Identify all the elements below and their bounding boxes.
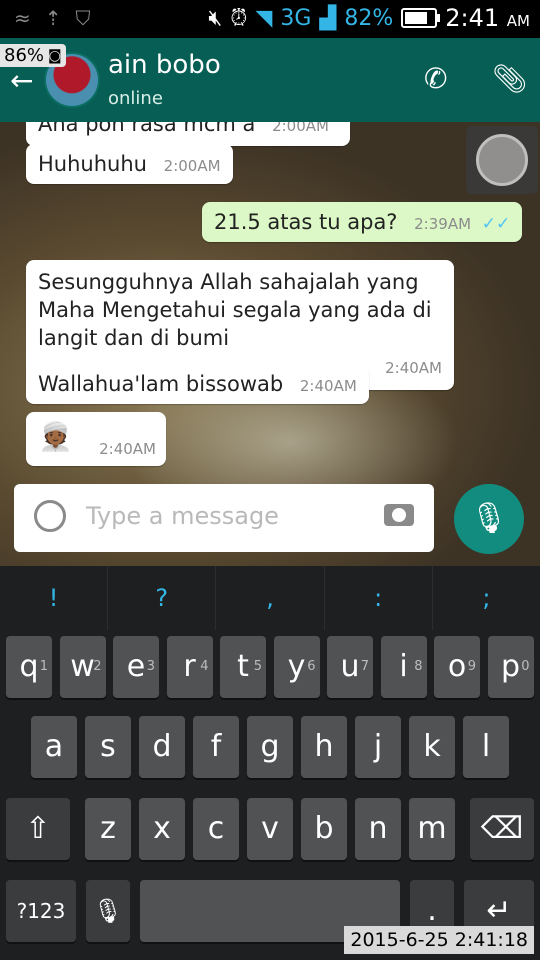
key-hint: 4 [200, 659, 209, 674]
cell-signal-icon: ▟ [319, 5, 337, 31]
network-type: 3G [280, 5, 312, 31]
screenshot-timestamp: 2015-6-25 2:41:18 [344, 926, 534, 954]
key-hint: 5 [253, 659, 262, 674]
key-m[interactable]: m [409, 798, 455, 860]
suggestion-item[interactable]: : [325, 566, 433, 630]
key-i[interactable]: i8 [380, 636, 427, 698]
symbols-key[interactable]: ?123 [6, 880, 76, 942]
status-bar: ≈ ⇡ ⛉ 🔇︎ ⏰︎ ◥ 3G ▟ 82% 2:41 AM [0, 0, 540, 38]
message-text: Huhuhuhu [38, 152, 147, 176]
suggestion-item[interactable]: , [216, 566, 325, 630]
key-hint: 1 [39, 659, 48, 674]
key-hint: 8 [414, 659, 423, 674]
key-hint: 0 [521, 659, 530, 674]
key-v[interactable]: v [247, 798, 293, 860]
key-a[interactable]: a [31, 716, 77, 778]
message-bubble[interactable]: Wallahua'lam bissowab 2:40AM [26, 364, 369, 404]
key-p[interactable]: p0 [487, 636, 534, 698]
key-s[interactable]: s [85, 716, 131, 778]
mic-button[interactable]: 🎙︎ [454, 484, 524, 554]
contact-name[interactable]: ain bobo [108, 50, 221, 80]
read-receipt-icon: ✓✓ [481, 214, 511, 234]
key-l[interactable]: l [463, 716, 509, 778]
shield-icon: ⛉ [75, 6, 91, 30]
camera-icon[interactable] [384, 504, 414, 526]
key-b[interactable]: b [301, 798, 347, 860]
chat-header: ← ain bobo online ✆ 📎︎ [0, 38, 540, 122]
message-composer[interactable]: Type a message [14, 484, 434, 552]
key-t[interactable]: t5 [220, 636, 266, 698]
battery-icon [401, 8, 441, 28]
key-y[interactable]: y6 [273, 636, 320, 698]
key-q[interactable]: q1 [6, 636, 52, 698]
message-bubble[interactable]: Huhuhuhu 2:00AM [26, 144, 233, 184]
mic-icon: 🎙︎ [469, 501, 509, 536]
message-input[interactable]: Type a message [86, 502, 279, 530]
robot-icon: ◙ [48, 47, 62, 64]
message-time: 2:40AM [99, 440, 156, 458]
key-r[interactable]: r4 [166, 636, 213, 698]
attach-icon[interactable]: 📎︎ [492, 62, 528, 95]
key-e[interactable]: e3 [113, 636, 159, 698]
contact-status: online [108, 88, 163, 109]
suggestion-item[interactable]: ? [108, 566, 217, 630]
key-c[interactable]: c [193, 798, 239, 860]
key-w[interactable]: w2 [59, 636, 106, 698]
key-h[interactable]: h [301, 716, 347, 778]
key-k[interactable]: k [409, 716, 455, 778]
key-f[interactable]: f [193, 716, 239, 778]
message-text: 21.5 atas tu apa? [214, 210, 398, 234]
alarm-icon: ⏰︎ [230, 5, 248, 31]
back-arrow-icon[interactable]: ← [10, 64, 33, 97]
key-hint: 2 [93, 659, 102, 674]
emoji-icon[interactable] [34, 500, 66, 532]
mute-icon: 🔇︎ [208, 5, 223, 31]
key-hint: 3 [146, 659, 155, 674]
key-hint: 9 [467, 659, 476, 674]
key-hint: 6 [307, 659, 316, 674]
message-bubble-outgoing[interactable]: 21.5 atas tu apa? 2:39AM ✓✓ [202, 202, 523, 242]
phone-icon[interactable]: ✆ [424, 62, 447, 95]
key-u[interactable]: u7 [327, 636, 373, 698]
suggestion-item[interactable]: ! [0, 566, 109, 630]
message-text: Wallahua'lam bissowab [38, 372, 284, 396]
key-d[interactable]: d [139, 716, 185, 778]
backspace-key[interactable]: ⌫ [470, 798, 534, 860]
emoji-turban-icon: 👳🏾 [38, 420, 73, 453]
voice-key[interactable]: 🎙︎ [86, 880, 130, 942]
suggestion-bar: !?,:; [0, 566, 540, 630]
suggestion-item[interactable]: ; [433, 566, 540, 630]
floating-assist-button[interactable] [466, 126, 538, 194]
key-n[interactable]: n [355, 798, 401, 860]
message-time: 2:00AM [272, 122, 329, 135]
key-g[interactable]: g [247, 716, 293, 778]
message-time: 2:00AM [163, 157, 221, 175]
overlay-badge: 86% ◙ [0, 44, 66, 67]
message-bubble[interactable]: Ana pon rasa mcm a 2:00AM [26, 122, 350, 146]
signal-icon: ≈ [14, 6, 31, 30]
clock: 2:41 AM [445, 4, 530, 32]
key-o[interactable]: o9 [434, 636, 480, 698]
message-time: 2:40AM [299, 377, 357, 395]
message-time: 2:39AM [414, 215, 472, 233]
key-hint: 7 [360, 659, 369, 674]
key-j[interactable]: j [355, 716, 401, 778]
message-text: Sesungguhnya Allah sahajalah yang Maha M… [38, 270, 432, 350]
battery-percent: 82% [344, 5, 394, 31]
key-x[interactable]: x [139, 798, 185, 860]
upload-icon: ⇡ [44, 6, 62, 30]
message-text: Ana pon rasa mcm a [38, 122, 256, 136]
wifi-icon: ◥ [255, 5, 273, 31]
message-time: 2:40AM [385, 359, 442, 377]
keyboard: !?,:; q1w2e3r4t5y6u7i8o9p0 asdfghjkl zxcvb… [0, 566, 540, 960]
shift-key[interactable]: ⇧ [6, 798, 70, 860]
message-bubble[interactable]: 👳🏾 2:40AM [26, 412, 166, 466]
key-z[interactable]: z [85, 798, 131, 860]
